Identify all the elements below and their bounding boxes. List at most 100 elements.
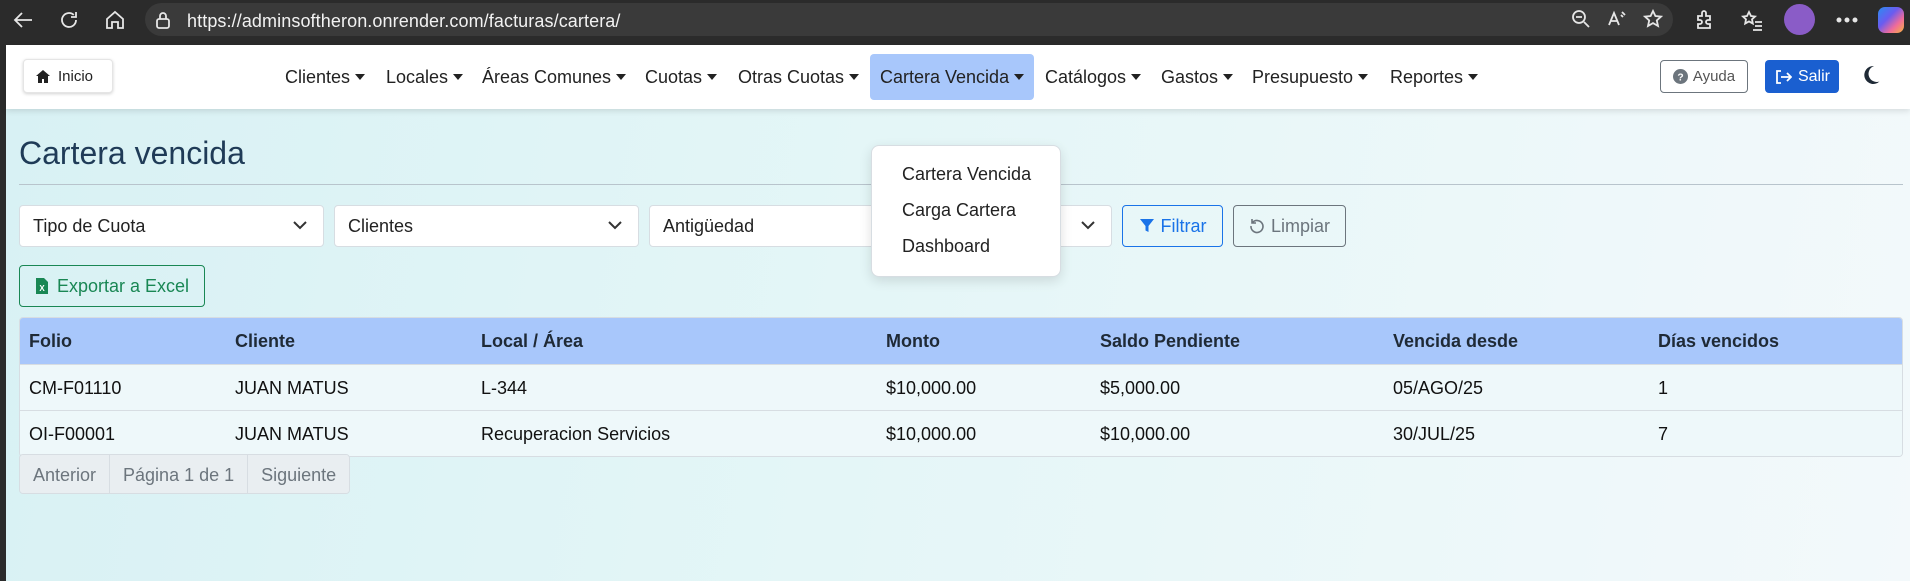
home-button[interactable] xyxy=(100,6,130,33)
address-bar[interactable]: https://adminsoftheron.onrender.com/fact… xyxy=(145,3,1673,36)
caret-down-icon xyxy=(1223,74,1234,80)
menu-presupuesto[interactable]: Presupuesto xyxy=(1252,54,1369,100)
menu-cuotas[interactable]: Cuotas xyxy=(645,54,718,100)
caret-down-icon xyxy=(616,74,627,80)
home-icon xyxy=(106,10,124,29)
table-cell: $10,000.00 xyxy=(886,423,977,444)
menu-gastos[interactable]: Gastos xyxy=(1161,54,1234,100)
refresh-button[interactable] xyxy=(54,6,84,33)
menu-otras-cuotas[interactable]: Otras Cuotas xyxy=(738,54,860,100)
menu-label: Catálogos xyxy=(1045,66,1127,87)
table-cell: CM-F01110 xyxy=(29,377,122,398)
pagination: Anterior Página 1 de 1 Siguiente xyxy=(19,454,351,494)
favorites-button[interactable] xyxy=(1737,6,1767,33)
lock-icon xyxy=(156,12,170,29)
more-dots-icon xyxy=(1836,16,1858,23)
profile-avatar[interactable] xyxy=(1784,4,1815,35)
logout-button[interactable]: Salir xyxy=(1765,60,1839,93)
select-value: Clientes xyxy=(348,215,414,236)
copilot-icon[interactable] xyxy=(1878,7,1904,33)
column-header[interactable]: Cliente xyxy=(235,318,295,364)
menu-clientes[interactable]: Clientes xyxy=(285,54,366,100)
svg-text:?: ? xyxy=(1677,72,1683,83)
table-cell: JUAN MATUS xyxy=(235,377,349,398)
extensions-button[interactable] xyxy=(1690,6,1720,33)
excel-file-icon: X xyxy=(35,278,48,294)
menu-label: Gastos xyxy=(1161,66,1219,87)
table-cell: 05/AGO/25 xyxy=(1393,377,1484,398)
more-options-button[interactable] xyxy=(1832,6,1862,33)
house-icon xyxy=(36,69,50,83)
clientes-select[interactable]: Clientes xyxy=(334,205,639,247)
table-cell: 7 xyxy=(1658,423,1669,444)
back-button[interactable] xyxy=(8,6,38,33)
next-page-button[interactable]: Siguiente xyxy=(248,455,350,493)
page-indicator: Página 1 de 1 xyxy=(110,455,249,493)
favorite-star-icon[interactable] xyxy=(1643,9,1663,29)
table-cell: 1 xyxy=(1658,377,1669,398)
dropdown-item-dashboard[interactable]: Dashboard xyxy=(902,236,990,257)
chevron-down-icon xyxy=(293,221,307,230)
menu-label: Cuotas xyxy=(645,66,703,87)
column-header[interactable]: Monto xyxy=(886,318,940,364)
menu-reportes[interactable]: Reportes xyxy=(1390,54,1479,100)
select-value: Antigüedad xyxy=(663,215,755,236)
menu-locales[interactable]: Locales xyxy=(386,54,464,100)
puzzle-icon xyxy=(1697,9,1711,29)
reset-icon xyxy=(1250,219,1264,234)
caret-down-icon xyxy=(1358,74,1369,80)
column-header[interactable]: Saldo Pendiente xyxy=(1100,318,1240,364)
menu-label: Otras Cuotas xyxy=(738,66,845,87)
menu-areas-comunes[interactable]: Áreas Comunes xyxy=(482,54,627,100)
menu-cartera-vencida[interactable]: Cartera Vencida xyxy=(870,54,1035,100)
export-label: Exportar a Excel xyxy=(56,275,190,296)
page-title: Cartera vencida xyxy=(19,135,245,171)
page: Inicio Clientes Locales Áreas Comunes Cu… xyxy=(6,45,1910,581)
browser-toolbar: https://adminsoftheron.onrender.com/fact… xyxy=(0,0,1910,39)
svg-text:X: X xyxy=(39,284,45,293)
caret-down-icon xyxy=(355,74,366,80)
table-cell: $10,000.00 xyxy=(886,377,977,398)
filter-label: Filtrar xyxy=(1160,215,1207,236)
caret-down-icon xyxy=(1131,74,1142,80)
table-row[interactable]: CM-F01110 JUAN MATUS L-344 $10,000.00 $5… xyxy=(20,364,1902,410)
menu-label: Cartera Vencida xyxy=(880,66,1010,87)
cartera-table: Folio Cliente Local / Área Monto Saldo P… xyxy=(19,317,1903,457)
menu-catalogos[interactable]: Catálogos xyxy=(1045,54,1142,100)
table-row[interactable]: OI-F00001 JUAN MATUS Recuperacion Servic… xyxy=(20,410,1902,456)
filter-button[interactable]: Filtrar xyxy=(1122,205,1223,247)
back-arrow-icon xyxy=(13,11,32,28)
question-circle-icon: ? xyxy=(1672,69,1688,84)
clear-label: Limpiar xyxy=(1270,215,1331,236)
menu-label: Presupuesto xyxy=(1252,66,1354,87)
home-link[interactable]: Inicio xyxy=(23,59,113,93)
caret-down-icon xyxy=(849,74,860,80)
dark-mode-moon-icon[interactable] xyxy=(1862,65,1880,85)
caret-down-icon xyxy=(707,74,718,80)
cartera-dropdown-menu: Cartera Vencida Carga Cartera Dashboard xyxy=(871,145,1061,277)
caret-down-icon xyxy=(1014,74,1025,80)
select-value: Tipo de Cuota xyxy=(33,215,146,236)
column-header[interactable]: Días vencidos xyxy=(1658,318,1779,364)
table-cell: OI-F00001 xyxy=(29,423,116,444)
column-header[interactable]: Folio xyxy=(29,318,72,364)
prev-page-button[interactable]: Anterior xyxy=(20,455,111,493)
column-header[interactable]: Vencida desde xyxy=(1393,318,1518,364)
funnel-icon xyxy=(1139,219,1154,232)
tipo-cuota-select[interactable]: Tipo de Cuota xyxy=(19,205,324,247)
menu-label: Locales xyxy=(386,66,449,87)
help-button[interactable]: ? Ayuda xyxy=(1660,60,1748,93)
column-header[interactable]: Local / Área xyxy=(481,318,583,364)
table-cell: 30/JUL/25 xyxy=(1393,423,1476,444)
menu-label: Reportes xyxy=(1390,66,1464,87)
clear-button[interactable]: Limpiar xyxy=(1233,205,1346,247)
dropdown-item-carga-cartera[interactable]: Carga Cartera xyxy=(902,200,1016,221)
table-cell: $10,000.00 xyxy=(1100,423,1191,444)
refresh-icon xyxy=(61,11,77,28)
read-aloud-icon[interactable] xyxy=(1607,9,1627,29)
zoom-out-icon[interactable] xyxy=(1571,9,1591,29)
table-cell: Recuperacion Servicios xyxy=(481,423,671,444)
dropdown-item-cartera-vencida[interactable]: Cartera Vencida xyxy=(902,164,1031,185)
export-excel-button[interactable]: X Exportar a Excel xyxy=(19,265,205,307)
help-label: Ayuda xyxy=(1692,68,1736,85)
